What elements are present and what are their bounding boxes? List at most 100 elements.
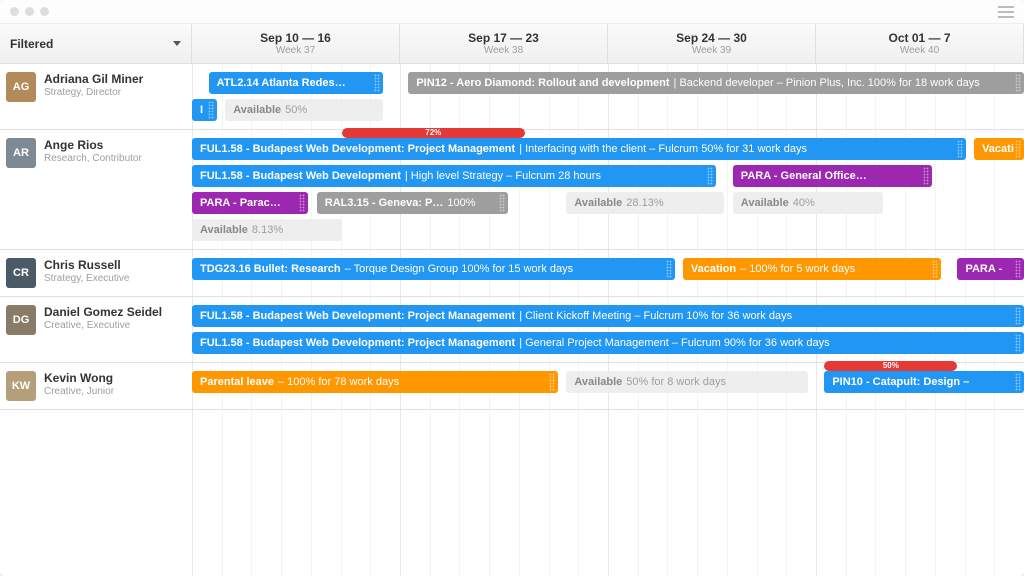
allocation-bar[interactable]: PIN10 - Catapult: Design – (824, 371, 1024, 393)
resize-handle-icon[interactable] (499, 194, 505, 212)
person-cell[interactable]: CRChris RussellStrategy, Executive (0, 250, 192, 296)
allocation-bar[interactable]: Available 50% for 8 work days (566, 371, 807, 393)
resize-handle-icon[interactable] (1015, 140, 1021, 158)
bar-detail: 50% (285, 104, 307, 116)
allocation-bar[interactable]: Available 8.13% (192, 219, 342, 241)
schedule-lane: ATL2.14 Atlanta Redes… PIN12 - Aero Diamo… (192, 64, 1024, 129)
bar-title: ATL2.14 Atlanta Redes… (217, 77, 346, 89)
allocation-bar[interactable]: FUL1.58 - Budapest Web Development: Proj… (192, 332, 1024, 354)
allocation-bar[interactable]: TDG23.16 Bullet: Research – Torque Desig… (192, 258, 675, 280)
schedule-lane: TDG23.16 Bullet: Research – Torque Desig… (192, 250, 1024, 296)
allocation-bar[interactable]: Available 28.13% (566, 192, 724, 214)
allocation-bar[interactable]: Available 50% (225, 99, 383, 121)
allocation-bar[interactable]: Available 40% (733, 192, 883, 214)
window-traffic-lights (10, 7, 49, 16)
header-row: Filtered Sep 10 — 16Week 37Sep 17 — 23We… (0, 24, 1024, 64)
resize-handle-icon[interactable] (549, 373, 555, 391)
resize-handle-icon[interactable] (374, 74, 380, 92)
week-number: Week 39 (692, 45, 731, 56)
avatar: AG (6, 72, 36, 102)
schedule-app: Filtered Sep 10 — 16Week 37Sep 17 — 23We… (0, 24, 1024, 576)
utilization-badge: 50% (824, 361, 957, 371)
allocation-bar[interactable]: I (192, 99, 217, 121)
person-subtitle: Research, Contributor (44, 153, 142, 166)
week-column[interactable]: Oct 01 — 7Week 40 (816, 24, 1024, 63)
allocation-bar[interactable]: PARA - Parac… (192, 192, 308, 214)
resize-handle-icon[interactable] (299, 194, 305, 212)
allocation-bar[interactable]: Vacation – 100% for 5 work days (683, 258, 941, 280)
bar-title: Available (574, 376, 622, 388)
track: FUL1.58 - Budapest Web Development: Proj… (192, 332, 1024, 354)
track: FUL1.58 - Budapest Web Development | Hig… (192, 165, 1024, 187)
schedule-body: AGAdriana Gil MinerStrategy, DirectorATL… (0, 64, 1024, 576)
person-row: CRChris RussellStrategy, ExecutiveTDG23.… (0, 250, 1024, 297)
allocation-bar[interactable]: PIN12 - Aero Diamond: Rollout and develo… (408, 72, 1024, 94)
person-cell[interactable]: AGAdriana Gil MinerStrategy, Director (0, 64, 192, 129)
allocation-bar[interactable]: RAL3.15 - Geneva: P…100% (317, 192, 508, 214)
bar-title: FUL1.58 - Budapest Web Development: Proj… (200, 310, 515, 322)
resize-handle-icon[interactable] (1015, 334, 1021, 352)
bar-title: PARA - (965, 263, 1002, 275)
bar-detail: – 100% for 78 work days (278, 376, 399, 388)
resize-handle-icon[interactable] (1015, 373, 1021, 391)
week-range: Oct 01 — 7 (888, 31, 950, 45)
resize-handle-icon[interactable] (707, 167, 713, 185)
week-header: Sep 10 — 16Week 37Sep 17 — 23Week 38Sep … (192, 24, 1024, 63)
bar-title: PARA - General Office… (741, 170, 867, 182)
bar-detail: 8.13% (252, 224, 283, 236)
track: PARA - Parac… RAL3.15 - Geneva: P…100% Ava… (192, 192, 1024, 214)
allocation-bar[interactable]: PARA - General Office… (733, 165, 933, 187)
week-column[interactable]: Sep 24 — 30Week 39 (608, 24, 816, 63)
person-name: Kevin Wong (44, 371, 114, 386)
week-column[interactable]: Sep 17 — 23Week 38 (400, 24, 608, 63)
bar-detail: | Interfacing with the client – Fulcrum … (519, 143, 807, 155)
allocation-bar[interactable]: FUL1.58 - Budapest Web Development: Proj… (192, 138, 966, 160)
allocation-bar[interactable]: FUL1.58 - Budapest Web Development | Hig… (192, 165, 716, 187)
allocation-bar[interactable]: PARA - (957, 258, 1024, 280)
person-cell[interactable]: DGDaniel Gomez SeidelCreative, Executive (0, 297, 192, 362)
track: FUL1.58 - Budapest Web Development: Proj… (192, 305, 1024, 327)
bar-title: Available (233, 104, 281, 116)
bar-detail: 50% for 8 work days (626, 376, 726, 388)
resize-handle-icon[interactable] (1015, 260, 1021, 278)
resize-handle-icon[interactable] (666, 260, 672, 278)
filter-dropdown[interactable]: Filtered (0, 24, 192, 63)
person-row: KW Kevin WongCreative, Junior 50% Parental … (0, 363, 1024, 410)
week-column[interactable]: Sep 10 — 16Week 37 (192, 24, 400, 63)
resize-handle-icon[interactable] (208, 101, 214, 119)
bar-detail: 40% (793, 197, 815, 209)
resize-handle-icon[interactable] (932, 260, 938, 278)
person-subtitle: Creative, Junior (44, 386, 114, 399)
person-row: AGAdriana Gil MinerStrategy, DirectorATL… (0, 64, 1024, 130)
utilization-badge: 72% (342, 128, 525, 138)
allocation-bar[interactable]: ATL2.14 Atlanta Redes… (209, 72, 384, 94)
avatar: KW (6, 371, 36, 401)
bar-detail: | Backend developer – Pinion Plus, Inc. … (674, 77, 980, 89)
allocation-bar[interactable]: FUL1.58 - Budapest Web Development: Proj… (192, 305, 1024, 327)
allocation-bar[interactable]: Vacati (974, 138, 1024, 160)
resize-handle-icon[interactable] (957, 140, 963, 158)
person-name: Daniel Gomez Seidel (44, 305, 162, 320)
resize-handle-icon[interactable] (923, 167, 929, 185)
person-subtitle: Strategy, Director (44, 87, 143, 100)
bar-detail: 28.13% (626, 197, 663, 209)
person-cell[interactable]: KW Kevin WongCreative, Junior (0, 363, 192, 409)
bar-title: RAL3.15 - Geneva: P… (325, 197, 444, 209)
track: I Available 50% (192, 99, 1024, 121)
track: TDG23.16 Bullet: Research – Torque Desig… (192, 258, 1024, 280)
bar-title: TDG23.16 Bullet: Research (200, 263, 341, 275)
person-row: DGDaniel Gomez SeidelCreative, Executive… (0, 297, 1024, 363)
schedule-lane: 72%FUL1.58 - Budapest Web Development: P… (192, 130, 1024, 249)
resize-handle-icon[interactable] (1015, 307, 1021, 325)
bar-detail: | General Project Management – Fulcrum 9… (519, 337, 829, 349)
avatar: CR (6, 258, 36, 288)
chevron-down-icon (173, 41, 181, 46)
menu-icon[interactable] (998, 6, 1014, 18)
week-range: Sep 17 — 23 (468, 31, 539, 45)
allocation-bar[interactable]: Parental leave – 100% for 78 work days (192, 371, 558, 393)
person-cell[interactable]: ARAnge RiosResearch, Contributor (0, 130, 192, 249)
week-range: Sep 10 — 16 (260, 31, 331, 45)
person-subtitle: Strategy, Executive (44, 273, 129, 286)
resize-handle-icon[interactable] (1015, 74, 1021, 92)
week-number: Week 40 (900, 45, 939, 56)
